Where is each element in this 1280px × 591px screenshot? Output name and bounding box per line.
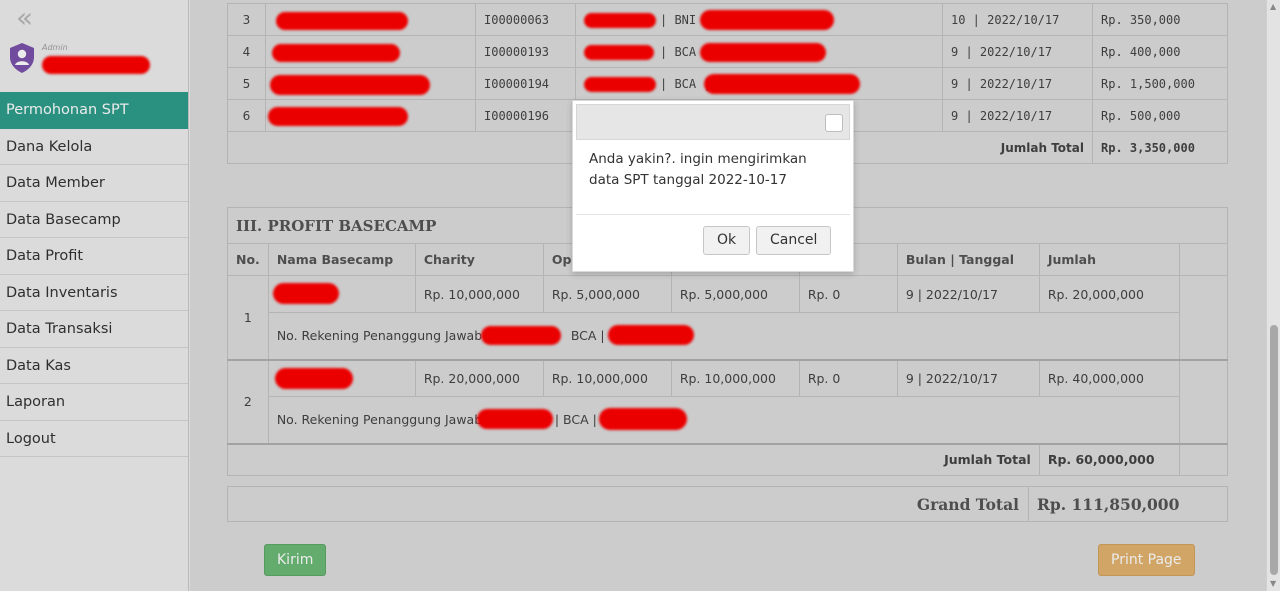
scroll-down-arrow-icon[interactable]: ▼: [1270, 579, 1276, 588]
dialog-divider: [576, 214, 850, 215]
dialog-header: [576, 104, 850, 140]
scroll-up-arrow-icon[interactable]: ▲: [1270, 2, 1276, 11]
dialog-close-button[interactable]: [825, 114, 843, 132]
scroll-thumb[interactable]: [1270, 325, 1278, 575]
modal-backdrop: [0, 0, 1266, 591]
confirm-dialog: Anda yakin?. ingin mengirimkan data SPT …: [572, 100, 854, 272]
ok-button[interactable]: Ok: [703, 226, 751, 255]
dialog-message: Anda yakin?. ingin mengirimkan data SPT …: [589, 151, 807, 188]
vertical-scrollbar[interactable]: ▲ ▼: [1266, 0, 1280, 591]
cancel-button[interactable]: Cancel: [756, 226, 832, 255]
